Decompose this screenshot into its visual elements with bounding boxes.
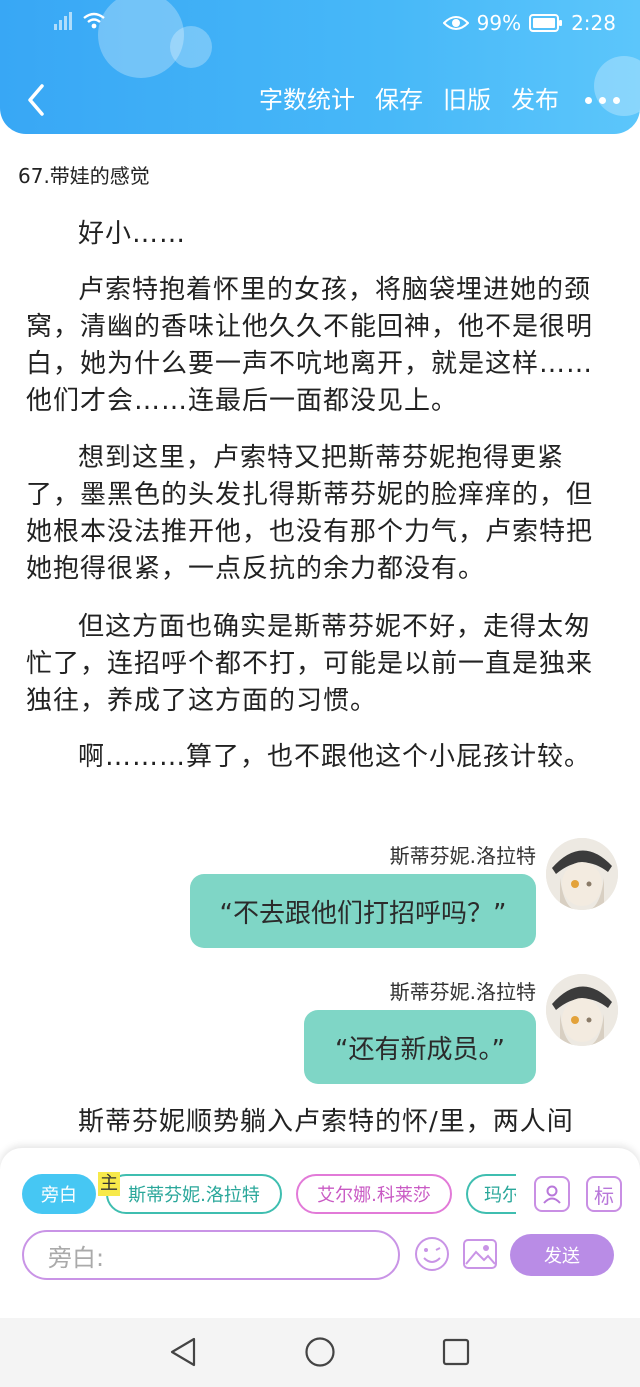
status-left <box>52 12 106 30</box>
back-arrow-icon <box>28 84 44 116</box>
top-header: 99% 2:28 字数统计 保存 旧版 发布 <box>0 0 640 134</box>
emoji-icon[interactable] <box>414 1236 450 1272</box>
status-right: 99% 2:28 <box>442 11 616 35</box>
tag-button[interactable]: 标 <box>586 1176 622 1212</box>
back-button[interactable] <box>18 80 58 120</box>
avatar[interactable] <box>546 838 618 910</box>
image-icon[interactable] <box>462 1236 498 1272</box>
message-sender-name: 斯蒂芬妮.洛拉特 <box>389 980 536 1004</box>
character-chip-third[interactable]: 玛尔 <box>466 1174 516 1214</box>
nav-recent-icon[interactable] <box>442 1338 470 1366</box>
nav-actions: 字数统计 保存 旧版 发布 <box>239 80 620 120</box>
signal-icon <box>54 12 72 30</box>
send-button[interactable]: 发送 <box>510 1234 614 1276</box>
wifi-icon <box>83 12 105 29</box>
word-count-button[interactable]: 字数统计 <box>259 80 355 120</box>
paragraph-2: 卢索特抱着怀里的女孩，将脑袋埋进她的颈窝，清幽的香味让他久久不能回神，他不是很明… <box>26 275 594 416</box>
old-version-button[interactable]: 旧版 <box>443 80 491 120</box>
message-bubble[interactable]: “还有新成员。” <box>304 1010 536 1084</box>
app-root: 99% 2:28 字数统计 保存 旧版 发布 67.带娃的感觉 好小…… 卢索特… <box>0 0 640 1387</box>
nav-bar: 字数统计 保存 旧版 发布 <box>0 72 640 128</box>
avatar[interactable] <box>546 974 618 1046</box>
nav-back-icon[interactable] <box>168 1336 198 1368</box>
paragraph-1: 好小…… <box>78 219 187 249</box>
input-panel: 旁白 主 斯蒂芬妮.洛拉特 艾尔娜.科莱莎 玛尔 标 旁白: 发送 <box>0 1148 640 1318</box>
character-avatar-image <box>546 838 618 910</box>
status-bar: 99% 2:28 <box>0 0 640 52</box>
eye-icon <box>442 16 469 30</box>
narration-chip[interactable]: 旁白 <box>22 1174 96 1214</box>
message-input[interactable]: 旁白: <box>22 1230 400 1280</box>
paragraph-3: 想到这里，卢索特又把斯蒂芬妮抱得更紧了，墨黑色的头发扎得斯蒂芬妮的脸痒痒的，但她… <box>26 443 594 584</box>
battery-icon <box>529 14 563 32</box>
status-time: 2:28 <box>571 11 616 35</box>
paragraph-5: 啊………算了，也不跟他这个小屁孩计较。 <box>78 742 592 772</box>
chapter-title: 67.带娃的感觉 <box>18 164 150 188</box>
message-bubble[interactable]: “不去跟他们打招呼吗？” <box>190 874 536 948</box>
save-button[interactable]: 保存 <box>375 80 423 120</box>
paragraph-6: 斯蒂芬妮顺势躺入卢索特的怀/里，两人间 <box>78 1107 574 1137</box>
character-avatar-image <box>546 974 618 1046</box>
character-chip-stephanie[interactable]: 斯蒂芬妮.洛拉特 <box>106 1174 282 1214</box>
publish-button[interactable]: 发布 <box>511 80 559 120</box>
paragraph-4: 但这方面也确实是斯蒂芬妮不好，走得太匆忙了，连招呼个都不打，可能是以前一直是独来… <box>26 612 594 716</box>
character-chip-erna[interactable]: 艾尔娜.科莱莎 <box>296 1174 452 1214</box>
person-icon[interactable] <box>534 1176 570 1212</box>
battery-text: 99% <box>476 11 522 35</box>
system-nav-bar <box>0 1318 640 1387</box>
nav-home-icon[interactable] <box>304 1336 336 1368</box>
main-character-tag: 主 <box>98 1172 120 1196</box>
more-icon[interactable] <box>585 80 620 120</box>
message-sender-name: 斯蒂芬妮.洛拉特 <box>389 844 536 868</box>
